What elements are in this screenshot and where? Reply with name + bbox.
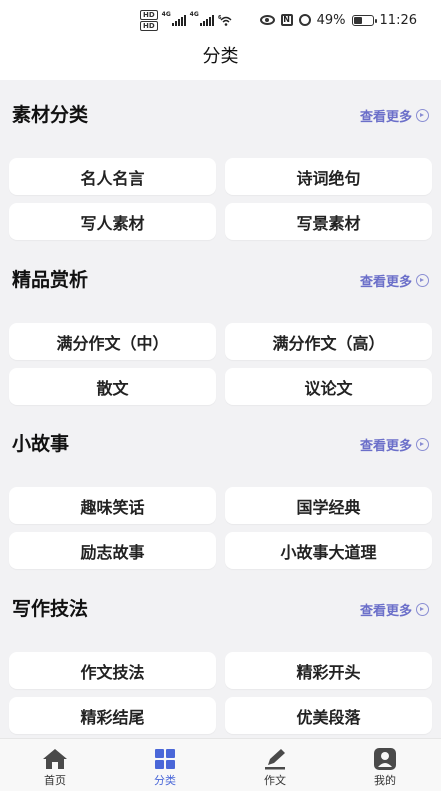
- section-title: 素材分类: [12, 104, 89, 126]
- hd-badge: HD: [140, 9, 158, 20]
- category-button[interactable]: 写景素材: [225, 203, 432, 240]
- status-bar: HD HD 4G 4G 6 N 49% 11:26: [0, 0, 441, 40]
- more-label: 查看更多: [359, 274, 412, 290]
- category-button[interactable]: 作文技法: [9, 652, 216, 689]
- section-header: 小故事 查看更多: [0, 429, 441, 459]
- category-button[interactable]: 满分作文（中）: [9, 323, 216, 360]
- tab-category[interactable]: 分类: [110, 739, 220, 791]
- signal-icon: 4G: [189, 11, 214, 26]
- status-left: HD HD 4G 4G 6: [140, 9, 234, 31]
- more-link[interactable]: 查看更多: [359, 435, 429, 454]
- category-button[interactable]: 精彩结尾: [9, 697, 216, 734]
- more-label: 查看更多: [359, 603, 412, 619]
- tab-essay[interactable]: 作文: [220, 739, 330, 791]
- category-button[interactable]: 精彩开头: [225, 652, 432, 689]
- category-button[interactable]: 写人素材: [9, 203, 216, 240]
- nfc-icon: N: [280, 14, 293, 26]
- tab-label: 首页: [44, 774, 66, 787]
- page-title: 分类: [0, 40, 441, 80]
- tab-label: 我的: [374, 774, 396, 787]
- grid-icon: [155, 749, 175, 769]
- pencil-icon: [265, 749, 285, 770]
- tab-profile[interactable]: 我的: [330, 739, 440, 791]
- arrow-circle-icon: [416, 602, 429, 616]
- category-button[interactable]: 名人名言: [9, 158, 216, 195]
- battery-percent: 49%: [316, 12, 346, 28]
- category-button[interactable]: 议论文: [225, 368, 432, 405]
- category-list[interactable]: 素材分类 查看更多 名人名言 诗词绝句 写人素材 写景素材 精品赏析 查看更多 …: [0, 80, 441, 738]
- more-label: 查看更多: [359, 438, 412, 454]
- tab-label: 分类: [154, 774, 176, 787]
- category-button[interactable]: 散文: [9, 368, 216, 405]
- section-header: 素材分类 查看更多: [0, 100, 441, 130]
- more-label: 查看更多: [359, 109, 412, 125]
- category-button[interactable]: 满分作文（高）: [225, 323, 432, 360]
- tab-label: 作文: [264, 774, 286, 787]
- more-link[interactable]: 查看更多: [359, 600, 429, 619]
- category-button[interactable]: 励志故事: [9, 532, 216, 569]
- bottom-tab-bar: 首页 分类 作文 我的: [0, 738, 441, 791]
- battery-fill: [353, 16, 363, 24]
- alarm-icon: [298, 14, 311, 26]
- section-title: 小故事: [12, 433, 70, 455]
- category-button[interactable]: 小故事大道理: [225, 532, 432, 569]
- battery-icon: [351, 14, 377, 26]
- status-right: N 49% 11:26: [259, 10, 417, 30]
- category-button[interactable]: 趣味笑话: [9, 487, 216, 524]
- arrow-circle-icon: [416, 108, 429, 122]
- more-link[interactable]: 查看更多: [359, 271, 429, 290]
- arrow-circle-icon: [416, 273, 429, 287]
- section-header: 精品赏析 查看更多: [0, 265, 441, 295]
- profile-icon: [374, 748, 396, 770]
- section-title: 精品赏析: [12, 269, 89, 291]
- more-link[interactable]: 查看更多: [359, 106, 429, 125]
- section-header: 写作技法 查看更多: [0, 594, 441, 624]
- category-button[interactable]: 优美段落: [225, 697, 432, 734]
- category-button[interactable]: 诗词绝句: [225, 158, 432, 195]
- section-title: 写作技法: [12, 598, 89, 620]
- signal-tag: 4G: [189, 11, 199, 18]
- tab-home[interactable]: 首页: [0, 739, 110, 791]
- hd-badge: HD: [140, 20, 158, 31]
- eye-icon: [259, 15, 275, 25]
- signal-icon: 4G: [161, 11, 186, 26]
- wifi-icon: 6: [218, 15, 232, 26]
- home-icon: [43, 749, 67, 769]
- clock: 11:26: [379, 12, 417, 28]
- arrow-circle-icon: [416, 437, 429, 451]
- signal-tag: 4G: [161, 11, 171, 18]
- category-button[interactable]: 国学经典: [225, 487, 432, 524]
